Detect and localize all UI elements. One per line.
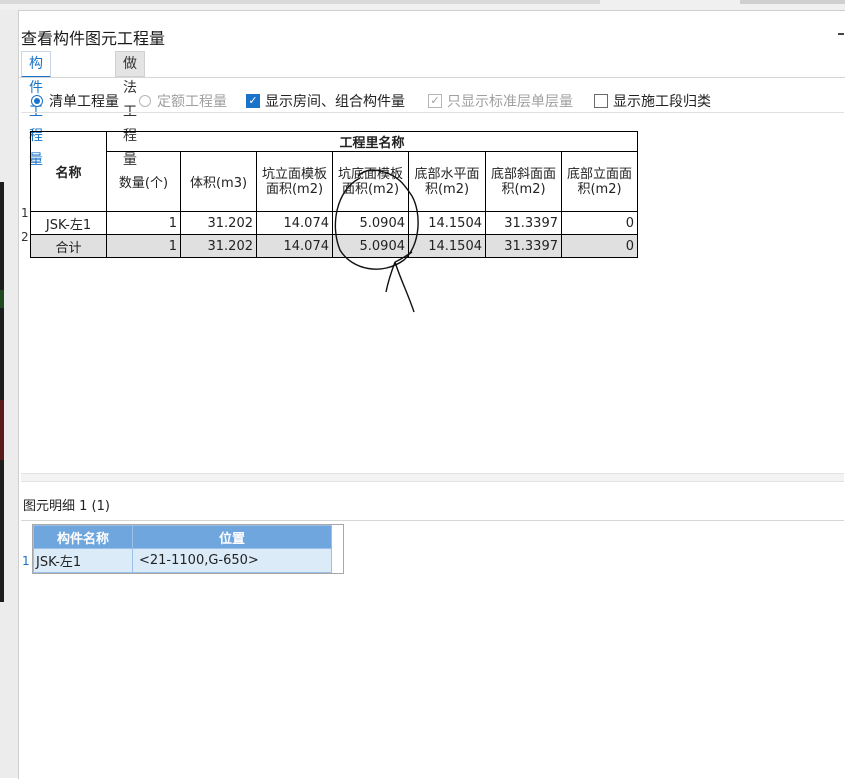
checkbox-checked-icon[interactable]: ✓ <box>246 94 260 108</box>
host-toolbar-edge <box>0 0 600 4</box>
cell-value: 14.1504 <box>408 234 486 258</box>
detail-divider <box>21 520 844 521</box>
tab-method-quantity[interactable]: 做法工程量 <box>115 51 145 168</box>
radio-on-icon[interactable] <box>31 95 43 107</box>
cell-value: 5.0904 <box>332 211 409 235</box>
cell-value: 14.074 <box>256 211 333 235</box>
cell-value: 31.202 <box>180 211 257 235</box>
cell-value: 1 <box>106 211 181 235</box>
name-header: 名称 <box>30 131 107 212</box>
cell-name: JSK-左1 <box>30 211 107 235</box>
table-row-total[interactable]: 合计 1 31.202 14.074 5.0904 14.1504 31.339… <box>30 234 638 258</box>
col-header: 体积(m3) <box>180 151 257 212</box>
detail-header-name[interactable]: 构件名称 <box>33 525 133 549</box>
col-header: 底部斜面面积(m2) <box>485 151 562 212</box>
cell-name: 合计 <box>30 234 107 258</box>
col-header: 坑立面模板面积(m2) <box>256 151 333 212</box>
checkbox-disabled-checked-icon[interactable]: ✓ <box>428 94 442 108</box>
cell-value: 31.3397 <box>485 211 562 235</box>
minimize-icon[interactable] <box>838 33 844 35</box>
group-header: 工程里名称 <box>106 131 638 152</box>
row-index: 1 <box>21 206 29 220</box>
detail-title: 图元明细 1 (1) <box>23 499 110 514</box>
host-app-top-strip <box>0 0 845 10</box>
col-header: 底部水平面积(m2) <box>408 151 486 212</box>
quantity-table: 名称 工程里名称 数量(个) 体积(m3) 坑立面模板面积(m2) 坑底面模板面… <box>30 131 638 258</box>
table-row[interactable]: JSK-左1 1 31.202 14.074 5.0904 14.1504 31… <box>30 211 638 235</box>
checkbox-unchecked-icon[interactable] <box>594 94 608 108</box>
host-app-left-strip <box>0 10 18 778</box>
detail-table: 构件名称 位置 JSK-左1 <21-1100,G-650> <box>33 525 332 573</box>
dialog-title: 查看构件图元工程量 <box>21 29 166 48</box>
row-index: 2 <box>21 230 29 244</box>
cell-value: 5.0904 <box>332 234 409 258</box>
tab-divider <box>19 77 845 78</box>
host-toolbar-edge-right <box>740 0 845 4</box>
detail-row-index: 1 <box>22 554 30 568</box>
cell-value: 31.3397 <box>485 234 562 258</box>
cell-value: 14.074 <box>256 234 333 258</box>
detail-cell-name: JSK-左1 <box>33 548 133 573</box>
col-header: 底部立面面积(m2) <box>561 151 638 212</box>
cell-value: 0 <box>561 211 638 235</box>
pane-splitter[interactable] <box>21 473 844 482</box>
cell-value: 0 <box>561 234 638 258</box>
cell-value: 31.202 <box>180 234 257 258</box>
quantity-dialog: 查看构件图元工程量 构件工程量 做法工程量 清单工程量 定额工程量 ✓ 显示房间… <box>18 10 845 779</box>
col-header: 坑底面模板面积(m2) <box>332 151 409 212</box>
tab-component-quantity[interactable]: 构件工程量 <box>21 51 51 168</box>
host-canvas-mark-green <box>0 290 4 308</box>
radio-off-icon[interactable] <box>139 95 151 107</box>
host-canvas-mark-red <box>0 400 4 460</box>
host-canvas-edge <box>0 182 4 602</box>
detail-row[interactable]: JSK-左1 <21-1100,G-650> <box>33 548 332 573</box>
detail-header-position[interactable]: 位置 <box>132 525 332 549</box>
detail-cell-position: <21-1100,G-650> <box>132 548 332 573</box>
cell-value: 1 <box>106 234 181 258</box>
col-header: 数量(个) <box>106 151 181 212</box>
cell-value: 14.1504 <box>408 211 486 235</box>
